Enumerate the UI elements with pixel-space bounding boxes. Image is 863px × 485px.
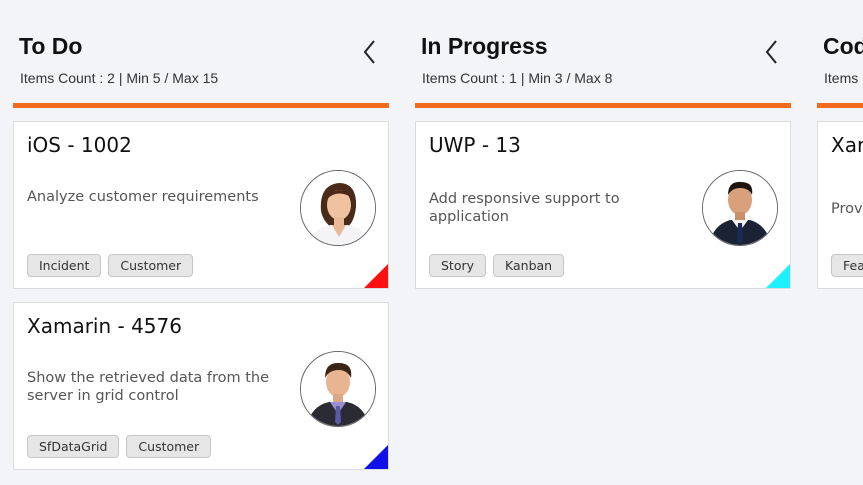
card-title: Xar [831, 133, 863, 157]
column-partial: Cod Items Xar Prov Fea [817, 0, 863, 485]
chevron-left-icon[interactable] [763, 38, 781, 66]
man-suit-avatar [702, 170, 778, 246]
card-title: iOS - 1002 [27, 133, 132, 157]
card-indicator [364, 445, 388, 469]
card-indicator [364, 264, 388, 288]
column-items-count: Items Count : 1 | Min 3 / Max 8 [422, 70, 613, 86]
woman-avatar [300, 170, 376, 246]
card-title: Xamarin - 4576 [27, 314, 182, 338]
tag[interactable]: Kanban [493, 254, 565, 277]
card-description: Prov [831, 201, 863, 217]
man-avatar [300, 351, 376, 427]
column-to-do: To Do Items Count : 2 | Min 5 / Max 15 i… [13, 0, 389, 485]
column-title: To Do [19, 33, 83, 59]
kanban-card[interactable]: Xamarin - 4576 Show the retrieved data f… [13, 302, 389, 470]
card-tags: SfDataGrid Customer [27, 435, 212, 458]
column-divider [817, 103, 863, 108]
tag[interactable]: Customer [108, 254, 194, 277]
column-divider [13, 103, 389, 108]
column-in-progress: In Progress Items Count : 1 | Min 3 / Ma… [415, 0, 791, 485]
tag[interactable]: SfDataGrid [27, 435, 120, 458]
column-title: Cod [823, 33, 863, 59]
card-indicator [766, 264, 790, 288]
column-items-count: Items Count : 2 | Min 5 / Max 15 [20, 70, 219, 86]
tag[interactable]: Customer [126, 435, 212, 458]
column-items-count: Items [824, 70, 859, 86]
kanban-card[interactable]: UWP - 13 Add responsive support to appli… [415, 121, 791, 289]
kanban-card[interactable]: iOS - 1002 Analyze customer requirements… [13, 121, 389, 289]
card-tags: Fea [831, 254, 863, 277]
tag[interactable]: Story [429, 254, 487, 277]
chevron-left-icon[interactable] [361, 38, 379, 66]
card-tags: Story Kanban [429, 254, 565, 277]
card-description: Analyze customer requirements [27, 189, 259, 205]
card-title: UWP - 13 [429, 133, 521, 157]
card-description: Add responsive support to application [429, 191, 620, 225]
tag[interactable]: Incident [27, 254, 102, 277]
card-tags: Incident Customer [27, 254, 194, 277]
tag[interactable]: Fea [831, 254, 863, 277]
card-description: Show the retrieved data from the server … [27, 370, 270, 404]
column-title: In Progress [421, 33, 548, 59]
column-divider [415, 103, 791, 108]
kanban-card[interactable]: Xar Prov Fea [817, 121, 863, 289]
